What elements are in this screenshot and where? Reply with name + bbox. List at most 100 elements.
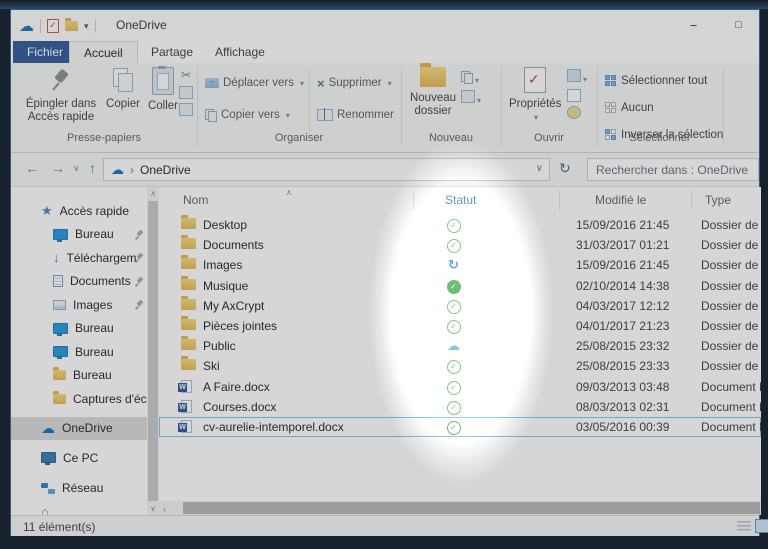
recent-locations-dropdown[interactable]: ∨ [73, 163, 80, 174]
cut-icon[interactable]: ✂ [179, 69, 193, 82]
select-all-label: Sélectionner tout [621, 75, 708, 87]
folder-icon [181, 356, 196, 371]
scroll-up-icon[interactable]: ∧ [147, 189, 159, 198]
copy-path-icon[interactable] [179, 86, 193, 99]
details-view-button[interactable] [755, 519, 768, 533]
sidebar-item-label: Réseau [62, 481, 104, 496]
horizontal-scrollbar[interactable]: ‹ [159, 501, 761, 515]
edit-icon[interactable] [567, 89, 581, 102]
sidebar-item-captures-d-ecran[interactable]: Captures d'écran [11, 387, 147, 411]
sidebar-item-acces-rapide[interactable]: ★ Accès rapide [11, 199, 147, 223]
rename-button[interactable]: Renommer [317, 105, 394, 125]
file-row-my-axcrypt[interactable]: My AxCrypt ✓ 04/03/2017 12:12 Dossier de fi… [159, 295, 761, 316]
status-cell: ✓ [446, 419, 461, 435]
file-row-a-faire-docx[interactable]: A Faire.docx ✓ 09/03/2013 03:48 Document M [159, 377, 761, 397]
column-header-type[interactable]: Type [705, 193, 731, 207]
sidebar-item-telechargem[interactable]: ↓ Téléchargem [11, 246, 147, 270]
refresh-button[interactable]: ↻ [559, 160, 571, 177]
sidebar-item-bureau[interactable]: Bureau [11, 340, 147, 364]
sidebar-item-images[interactable]: Images [11, 293, 147, 317]
pin-to-quick-access-button[interactable]: Épingler dans Accès rapide [19, 67, 103, 124]
file-row-documents[interactable]: Documents ✓ 31/03/2017 01:21 Dossier de fic [159, 235, 761, 255]
search-box[interactable] [587, 158, 759, 181]
select-none-button[interactable]: Aucun [605, 98, 654, 118]
ribbon-tabs: Fichier Accueil Partage Affichage [11, 41, 759, 64]
history-icon[interactable] [567, 106, 581, 119]
folder-icon [181, 315, 196, 330]
sidebar-item-documents[interactable]: Documents [11, 270, 147, 294]
open-icon[interactable]: ▾ [567, 69, 587, 85]
properties-button[interactable]: Propriétés ▾ [509, 67, 561, 124]
tab-affichage[interactable]: Affichage [201, 41, 279, 63]
column-header-statut[interactable]: Statut [445, 193, 476, 207]
minimize-button[interactable]: − [671, 10, 716, 41]
file-name: cv-aurelie-intemporel.docx [203, 419, 344, 434]
sidebar-item-reseau[interactable]: Réseau [11, 477, 147, 501]
file-row-cv-aurelie-intemporel-docx[interactable]: cv-aurelie-intemporel.docx ✓ 03/05/2016 00… [159, 416, 761, 438]
delete-button[interactable]: × Supprimer ▾ [317, 73, 392, 93]
select-none-label: Aucun [621, 102, 654, 114]
file-row-courses-docx[interactable]: Courses.docx ✓ 08/03/2013 02:31 Document M [159, 397, 761, 417]
up-button[interactable]: ↑ [89, 160, 96, 176]
folder-icon [53, 367, 66, 381]
properties-label: Propriétés [509, 98, 562, 110]
sidebar-item-bureau[interactable]: Bureau [11, 317, 147, 341]
forward-button[interactable]: → [51, 160, 65, 176]
column-separator[interactable] [691, 190, 692, 210]
column-separator[interactable] [559, 190, 560, 210]
file-row-desktop[interactable]: Desktop ✓ 15/09/2016 21:45 Dossier de fic [159, 215, 761, 235]
file-row-public[interactable]: Public ☁ 25/08/2015 23:32 Dossier de fic [159, 336, 761, 356]
breadcrumb[interactable]: ☁ › OneDrive ∨ [103, 158, 550, 181]
breadcrumb-path[interactable]: OneDrive [140, 163, 191, 177]
maximize-button[interactable]: □ [716, 10, 761, 41]
status-synced-icon: ✓ [446, 420, 461, 435]
scroll-down-icon[interactable]: ∨ [147, 504, 159, 513]
back-button[interactable]: ← [25, 160, 39, 176]
file-row-ski[interactable]: Ski ✓ 25/08/2015 23:33 Dossier de fic [159, 356, 761, 376]
select-all-button[interactable]: Sélectionner tout [605, 71, 707, 91]
sidebar-item-item[interactable]: ⌂ [11, 500, 147, 515]
copy-to-button[interactable]: Copier vers ▾ [205, 105, 290, 125]
status-synced-solid-icon: ✓ [446, 279, 461, 294]
column-header-modifie-le[interactable]: Modifié le [595, 193, 646, 207]
tab-partage[interactable]: Partage [137, 41, 207, 63]
move-to-button[interactable]: Déplacer vers ▾ [205, 73, 304, 93]
sidebar-item-ce-pc[interactable]: Ce PC [11, 446, 147, 470]
qat-dropdown-icon[interactable]: ▾ [84, 21, 89, 32]
new-folder-quick-icon[interactable] [65, 18, 78, 31]
column-header-nom[interactable]: Nom [183, 193, 208, 207]
group-ouvrir: Ouvrir [534, 132, 564, 144]
list-view-button[interactable] [737, 519, 751, 533]
sidebar-scrollbar[interactable]: ∧ ∨ [147, 187, 159, 515]
sidebar-item-onedrive[interactable]: ☁ OneDrive [11, 416, 147, 440]
sort-ascending-icon: ∧ [286, 188, 292, 197]
file-row-images[interactable]: Images ↻ 15/09/2016 21:45 Dossier de fic [159, 255, 761, 275]
status-cell: ✓ [446, 217, 461, 233]
copy-button[interactable]: Copier [103, 67, 143, 111]
sidebar-item-bureau[interactable]: Bureau [11, 364, 147, 388]
sidebar-item-bureau[interactable]: Bureau [11, 223, 147, 247]
file-list: Nom ∧ Statut Modifié le Type Desktop ✓ 15/… [159, 187, 761, 501]
sidebar-scrollbar-thumb[interactable] [148, 201, 158, 501]
breadcrumb-dropdown-icon[interactable]: ∨ [536, 163, 543, 174]
new-folder-button[interactable]: Nouveau dossier [407, 63, 459, 118]
properties-quick-icon[interactable] [47, 19, 59, 33]
navigation-pane: ★ Accès rapide Bureau ↓ Téléchargem Documents… [11, 187, 147, 515]
column-separator[interactable] [413, 190, 414, 210]
documents-file-icon [53, 275, 63, 288]
status-cell: ✓ [446, 318, 461, 334]
tab-accueil[interactable]: Accueil [69, 41, 138, 64]
new-folder-icon [420, 63, 446, 87]
scroll-left-icon[interactable]: ‹ [163, 504, 166, 514]
file-row-musique[interactable]: Musique ✓ 02/10/2014 14:38 Dossier de fic [159, 275, 761, 296]
status-cell: ☁ [446, 338, 461, 353]
paste-shortcut-icon[interactable] [179, 103, 193, 116]
tab-fichier[interactable]: Fichier [13, 41, 78, 63]
horizontal-scrollbar-thumb[interactable] [183, 502, 760, 514]
easy-access-icon[interactable]: ▾ [461, 71, 481, 86]
file-row-pieces-jointes[interactable]: Pièces jointes ✓ 04/01/2017 21:23 Dossier d… [159, 315, 761, 336]
search-input[interactable] [588, 159, 758, 180]
new-item-icon[interactable]: ▾ [461, 90, 481, 106]
paste-button[interactable]: Coller [143, 66, 183, 113]
group-separator [723, 67, 724, 145]
